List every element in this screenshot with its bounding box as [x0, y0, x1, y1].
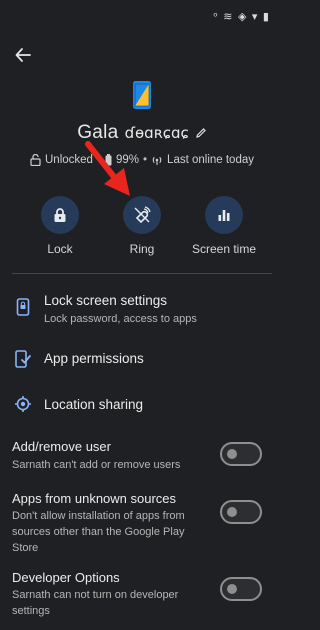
device-name-row: Gala ɗɵɑʀɕɑɕ: [0, 122, 284, 144]
edit-pencil-icon[interactable]: [195, 127, 207, 139]
app-permissions-title: App permissions: [44, 351, 144, 366]
location-sharing-item[interactable]: Location sharing: [0, 392, 284, 420]
toggle-knob: [227, 507, 237, 517]
red-arrow-annotation: [85, 141, 130, 196]
status-bar: ᵒ ≋ ◈ ▾ ▮: [0, 0, 284, 36]
bar-chart-icon: [218, 210, 230, 221]
screen-time-action[interactable]: Screen time: [184, 196, 264, 256]
developer-options-row: Developer Options Sarnath can not turn o…: [0, 567, 284, 623]
last-online-text: Last online today: [167, 154, 254, 166]
toggle-knob: [227, 449, 237, 459]
arrow-left-icon: [15, 48, 31, 62]
developer-options-title: Developer Options: [12, 570, 120, 585]
unknown-sources-subtitle: Don't allow installation of apps from so…: [12, 510, 185, 554]
ring-icon: [134, 206, 151, 224]
lock-screen-settings-title: Lock screen settings: [44, 293, 168, 308]
developer-options-toggle[interactable]: [220, 577, 262, 601]
unlocked-icon: [30, 154, 41, 166]
screen-time-action-label: Screen time: [191, 242, 257, 256]
phone-lock-icon: [16, 298, 30, 316]
section-divider: [12, 273, 272, 274]
location-sharing-title: Location sharing: [44, 397, 144, 412]
screen-time-action-circle[interactable]: [205, 196, 243, 234]
ring-action-circle[interactable]: [123, 196, 161, 234]
app-permissions-icon: [15, 350, 31, 368]
add-remove-user-title: Add/remove user: [12, 439, 111, 454]
lock-screen-settings-item[interactable]: Lock screen settings Lock password, acce…: [0, 290, 284, 334]
ring-action[interactable]: Ring: [102, 196, 182, 256]
lock-screen-settings-subtitle: Lock password, access to apps: [44, 313, 197, 325]
lock-action-label: Lock: [47, 242, 73, 256]
add-remove-user-subtitle: Sarnath can't add or remove users: [12, 459, 181, 471]
unknown-sources-row: Apps from unknown sources Don't allow in…: [0, 488, 284, 558]
device-phone-icon: [133, 81, 151, 109]
unknown-sources-title: Apps from unknown sources: [12, 491, 177, 506]
unknown-sources-toggle[interactable]: [220, 500, 262, 524]
developer-options-subtitle: Sarnath can not turn on developer settin…: [12, 589, 179, 617]
app-permissions-item[interactable]: App permissions: [0, 346, 284, 374]
lock-icon: [54, 208, 66, 222]
location-icon: [15, 396, 31, 412]
toggle-knob: [227, 584, 237, 594]
add-remove-user-toggle[interactable]: [220, 442, 262, 466]
lock-action-circle[interactable]: [41, 196, 79, 234]
device-status-line: Unlocked • 99% • Last online today: [0, 154, 284, 166]
ring-action-label: Ring: [129, 242, 155, 256]
add-remove-user-row: Add/remove user Sarnath can't add or rem…: [0, 436, 284, 476]
signal-icon: [152, 156, 162, 165]
lock-action[interactable]: Lock: [20, 196, 100, 256]
back-button[interactable]: [8, 40, 38, 70]
status-icons: ᵒ ≋ ◈ ▾ ▮: [213, 10, 270, 23]
redacted-name: ɗɵɑʀɕɑɕ: [124, 124, 189, 142]
